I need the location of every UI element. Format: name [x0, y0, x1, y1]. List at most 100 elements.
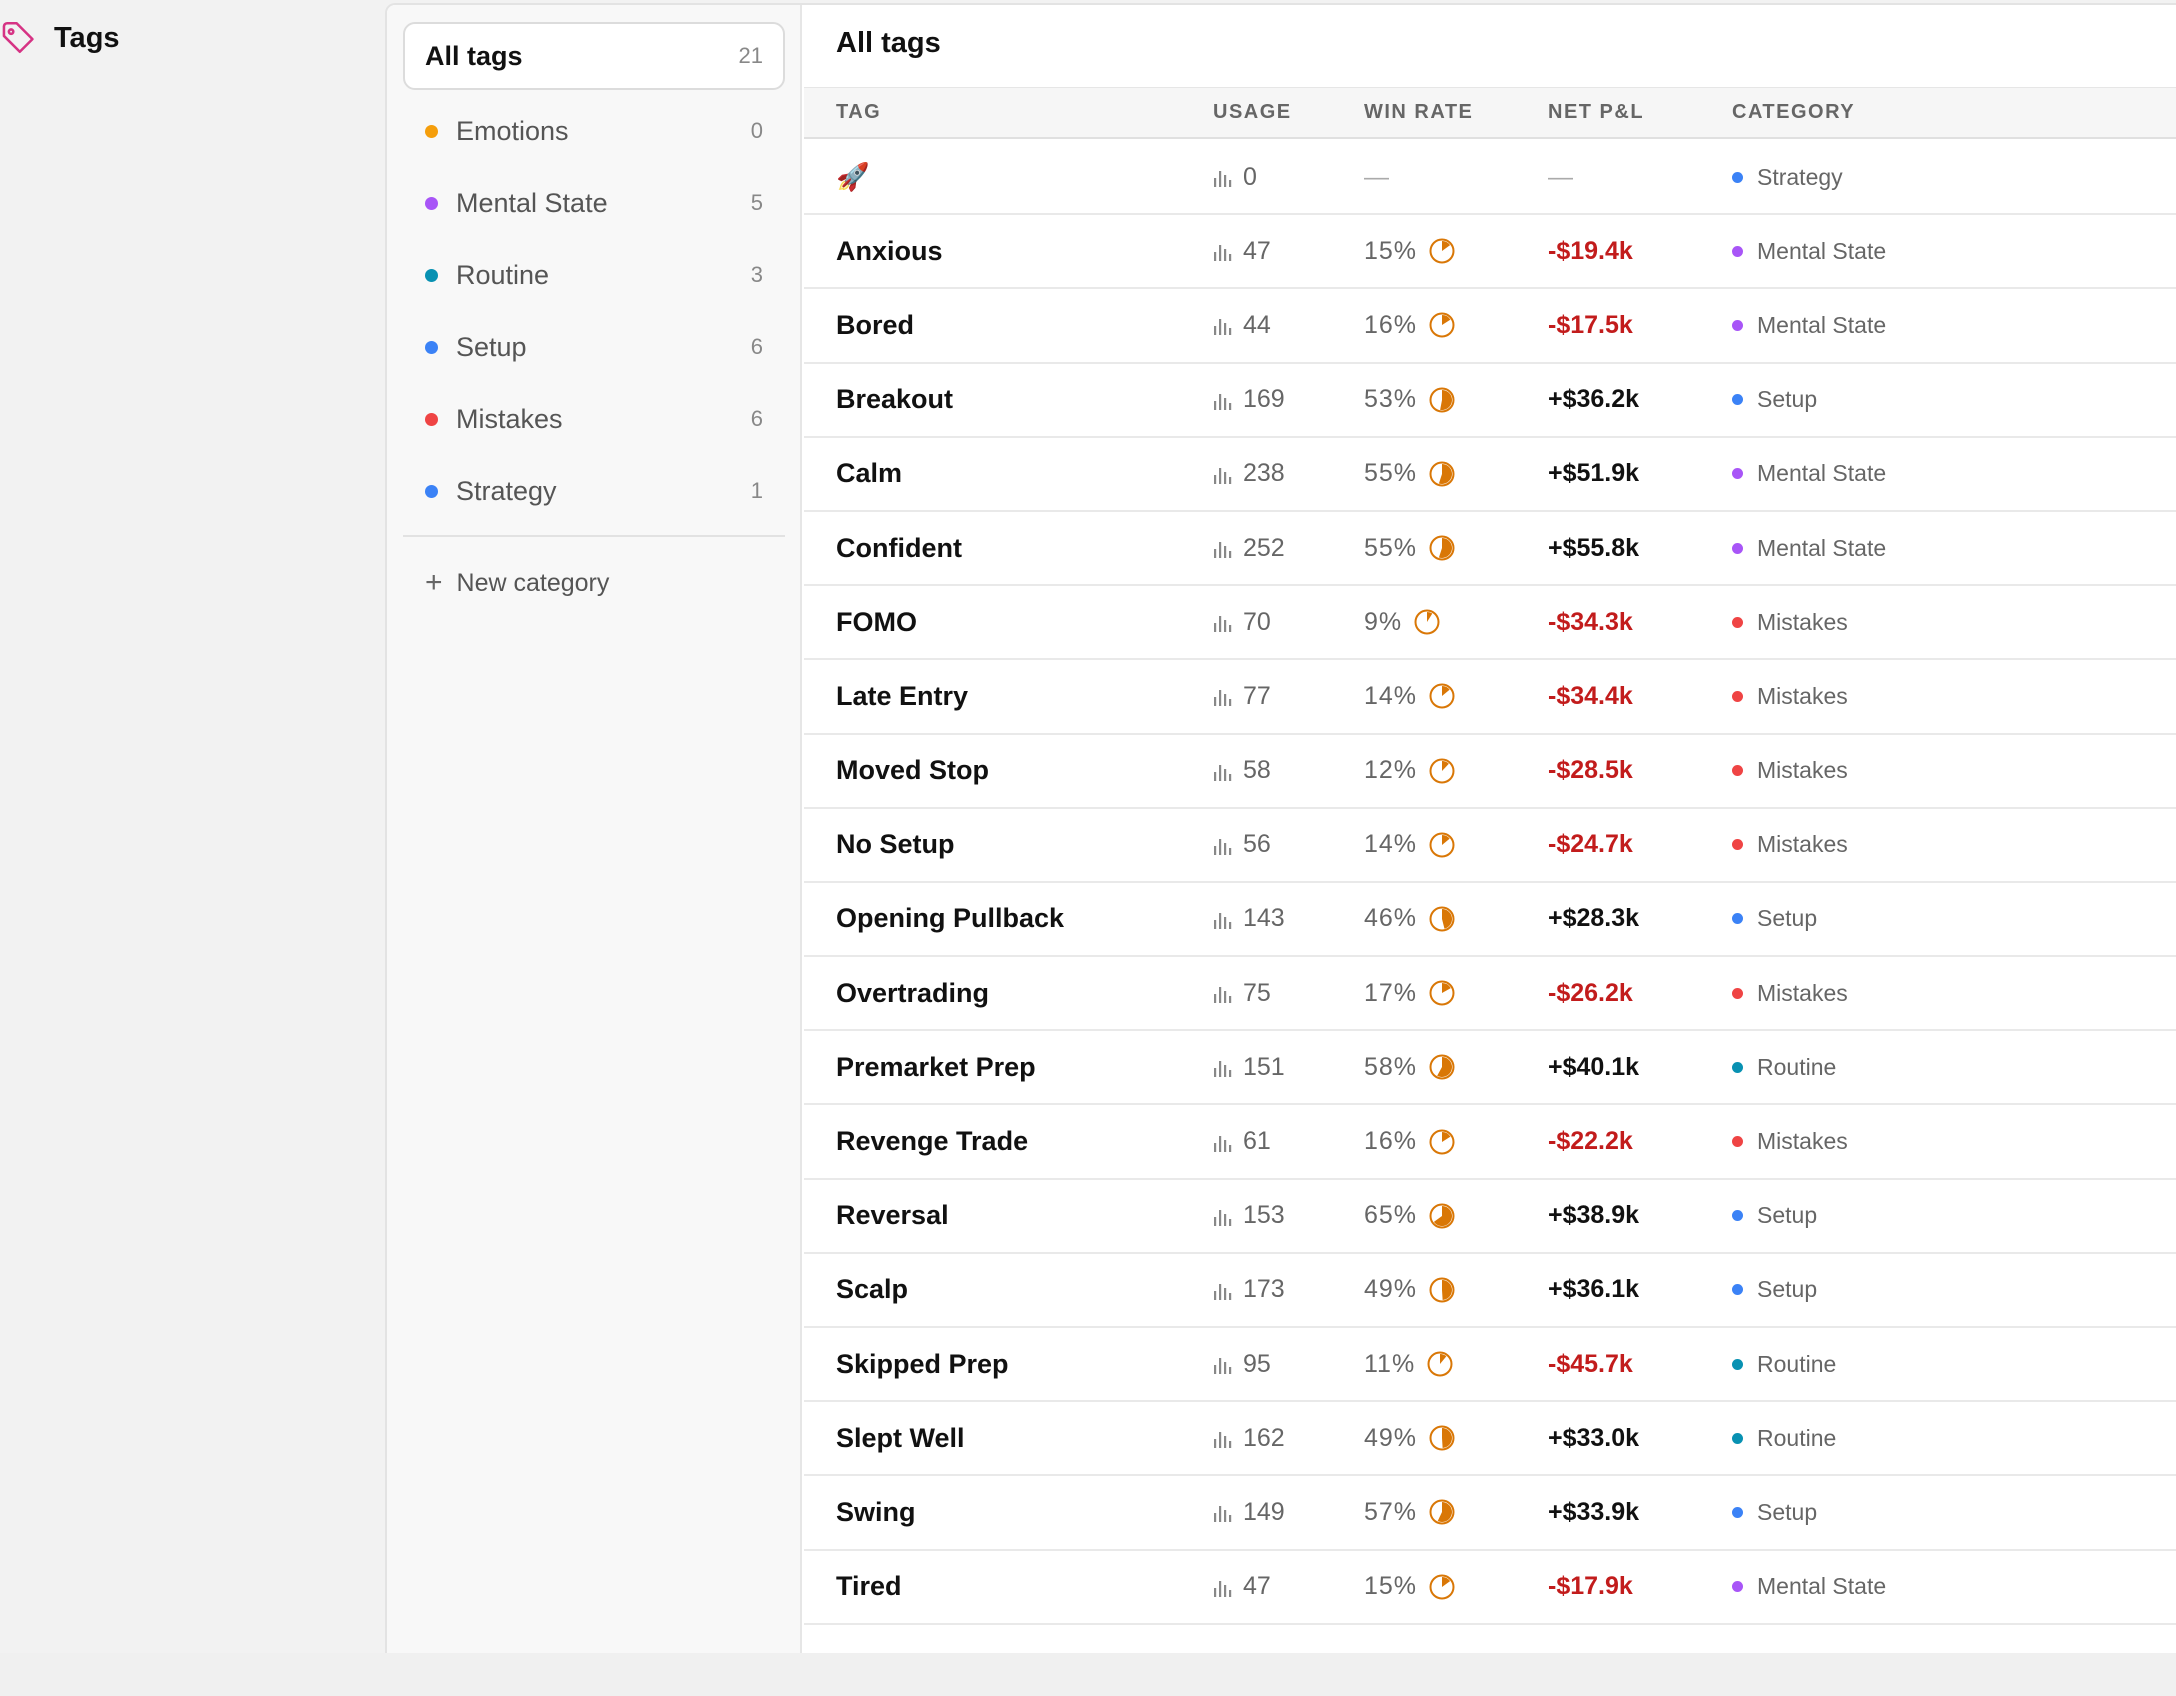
usage-cell: 75: [1213, 979, 1271, 1008]
usage-value: 149: [1243, 1497, 1285, 1526]
table-row[interactable]: Anxious 47 15% -$19.4k Mental State: [804, 215, 2176, 290]
tag-name: Breakout: [836, 384, 954, 415]
category-item[interactable]: Strategy 1: [403, 455, 785, 527]
win-rate-pie-icon: [1429, 1054, 1455, 1080]
category-label: Setup: [1757, 905, 1818, 932]
category-item[interactable]: Mental State 5: [403, 167, 785, 239]
table-row[interactable]: Premarket Prep 151 58% +$40.1k Routine: [804, 1031, 2176, 1106]
category-label: Routine: [1757, 1053, 1837, 1080]
net-pnl-value: +$33.0k: [1548, 1423, 1640, 1452]
bar-chart-icon: [1214, 690, 1232, 707]
win-rate-pie-icon: [1429, 683, 1455, 709]
net-pnl-value: -$17.9k: [1548, 1572, 1633, 1601]
category-item-left: Routine: [425, 260, 549, 291]
net-pnl-value: -$45.7k: [1548, 1349, 1633, 1378]
win-rate-cell: 55%: [1364, 459, 1455, 488]
column-header-usage[interactable]: USAGE: [1213, 101, 1292, 124]
win-rate-cell: 9%: [1364, 608, 1440, 637]
table-row[interactable]: Skipped Prep 95 11% -$45.7k Routine: [804, 1328, 2176, 1403]
category-item[interactable]: Emotions 0: [403, 95, 785, 167]
usage-cell: 47: [1213, 237, 1271, 266]
table-row[interactable]: Revenge Trade 61 16% -$22.2k Mistakes: [804, 1105, 2176, 1180]
usage-cell: 95: [1213, 1350, 1271, 1379]
category-count: 1: [750, 478, 763, 503]
win-rate-value: 55%: [1364, 459, 1418, 488]
table-row[interactable]: Breakout 169 53% +$36.2k Setup: [804, 364, 2176, 438]
column-header-tag[interactable]: TAG: [836, 101, 881, 124]
table-row[interactable]: Opening Pullback 143 46% +$28.3k Setup: [804, 883, 2176, 958]
tag-name: Scalp: [836, 1274, 909, 1305]
win-rate-cell: 46%: [1364, 904, 1455, 933]
column-header-net-pnl[interactable]: NET P&L: [1548, 101, 1644, 124]
category-cell: Mental State: [1732, 535, 1886, 562]
bar-chart-icon: [1214, 1209, 1232, 1226]
table-row[interactable]: Slept Well 162 49% +$33.0k Routine: [804, 1402, 2176, 1477]
table-row[interactable]: Late Entry 77 14% -$34.4k Mistakes: [804, 660, 2176, 735]
bar-chart-icon: [1214, 1135, 1232, 1152]
bar-chart-icon: [1214, 1580, 1232, 1597]
table-row[interactable]: Reversal 153 65% +$38.9k Setup: [804, 1180, 2176, 1254]
tag-name: Bored: [836, 309, 915, 340]
tag-name: FOMO: [836, 606, 917, 637]
category-cell: Mistakes: [1732, 831, 1848, 858]
win-rate-value: 16%: [1364, 310, 1418, 339]
category-cell: Mistakes: [1732, 757, 1848, 784]
category-item[interactable]: Mistakes 6: [403, 383, 785, 455]
net-pnl-value: +$28.3k: [1548, 904, 1640, 933]
bar-chart-icon: [1214, 1432, 1232, 1449]
usage-cell: 0: [1213, 163, 1257, 192]
table-row[interactable]: Swing 149 57% +$33.9k Setup: [804, 1476, 2176, 1551]
column-header-win-rate[interactable]: WIN RATE: [1364, 101, 1473, 124]
win-rate-value: 57%: [1364, 1497, 1418, 1526]
table-row[interactable]: Tired 47 15% -$17.9k Mental State: [804, 1551, 2176, 1625]
table-row[interactable]: FOMO 70 9% -$34.3k Mistakes: [804, 586, 2176, 661]
usage-cell: 44: [1213, 311, 1271, 340]
usage-cell: 238: [1213, 459, 1285, 488]
table-row[interactable]: 🚀 0 — — Strategy: [804, 141, 2176, 216]
table-row[interactable]: Overtrading 75 17% -$26.2k Mistakes: [804, 957, 2176, 1032]
usage-value: 151: [1243, 1052, 1285, 1081]
category-color-dot: [425, 268, 438, 282]
category-cell: Mental State: [1732, 1573, 1886, 1600]
category-cell: Setup: [1732, 386, 1817, 413]
category-color-dot: [1732, 394, 1743, 406]
net-pnl-value: -$17.5k: [1548, 310, 1633, 339]
table-row[interactable]: Calm 238 55% +$51.9k Mental State: [804, 438, 2176, 512]
category-label: Setup: [1757, 1202, 1818, 1229]
usage-value: 153: [1243, 1201, 1285, 1230]
category-item-left: Emotions: [425, 116, 569, 147]
bar-chart-icon: [1214, 764, 1232, 781]
table-row[interactable]: Confident 252 55% +$55.8k Mental State: [804, 512, 2176, 587]
tags-table-panel: All tags TAG USAGE WIN RATE NET P&L CATE…: [804, 5, 2176, 1653]
category-all-tags[interactable]: All tags 21: [403, 22, 785, 90]
win-rate-cell: 15%: [1364, 1572, 1455, 1601]
category-item[interactable]: Routine 3: [403, 239, 785, 311]
category-label: Mistakes: [1757, 608, 1848, 635]
category-color-dot: [1732, 913, 1743, 925]
new-category-button[interactable]: + New category: [425, 563, 609, 603]
win-rate-pie-icon: [1429, 1574, 1455, 1600]
usage-value: 47: [1243, 236, 1271, 265]
tag-name: Premarket Prep: [836, 1051, 1036, 1082]
bar-chart-icon: [1214, 838, 1232, 855]
category-color-dot: [1732, 616, 1743, 628]
win-rate-cell: 16%: [1364, 1127, 1455, 1156]
category-item-left: Mistakes: [425, 404, 563, 435]
table-row[interactable]: Moved Stop 58 12% -$28.5k Mistakes: [804, 735, 2176, 809]
category-color-dot: [425, 484, 438, 498]
category-label: Routine: [1757, 1424, 1837, 1451]
usage-value: 70: [1243, 607, 1271, 636]
column-header-category[interactable]: CATEGORY: [1732, 101, 1855, 124]
category-label: Mental State: [1757, 460, 1887, 487]
usage-cell: 61: [1213, 1127, 1271, 1156]
category-label: Mistakes: [1757, 831, 1848, 858]
category-color-dot: [1732, 1581, 1743, 1593]
tag-name: Tired: [836, 1571, 902, 1602]
table-row[interactable]: Scalp 173 49% +$36.1k Setup: [804, 1254, 2176, 1328]
usage-value: 143: [1243, 904, 1285, 933]
table-row[interactable]: Bored 44 16% -$17.5k Mental State: [804, 289, 2176, 364]
category-item[interactable]: Setup 6: [403, 311, 785, 383]
table-row[interactable]: No Setup 56 14% -$24.7k Mistakes: [804, 809, 2176, 883]
usage-cell: 77: [1213, 682, 1271, 711]
category-color-dot: [1732, 1061, 1743, 1073]
